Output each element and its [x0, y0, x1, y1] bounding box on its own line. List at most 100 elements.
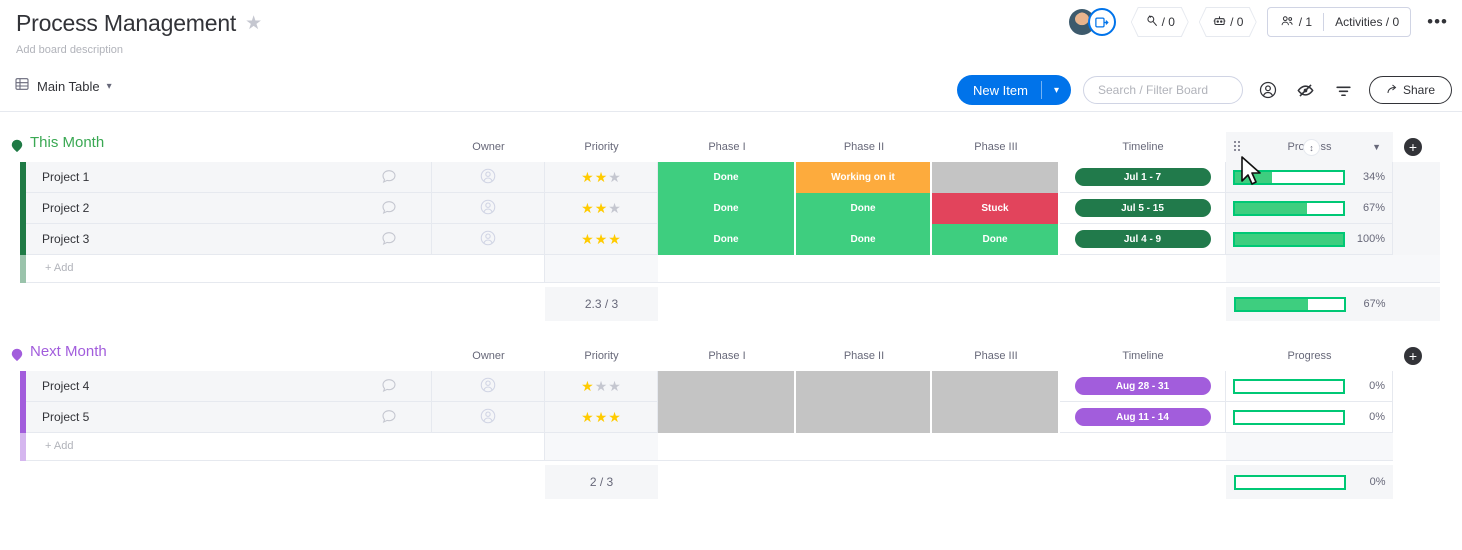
phase1-status-cell[interactable]	[658, 371, 796, 402]
automations-button[interactable]: / 0	[1199, 7, 1257, 37]
sort-updown-icon[interactable]: ↕	[1303, 139, 1320, 156]
star-icon[interactable]: ★	[245, 14, 262, 33]
priority-rating[interactable]: ★★★	[581, 169, 621, 186]
collapse-arrow-icon[interactable]	[10, 138, 24, 152]
phase1-status-cell[interactable]: Done	[658, 224, 796, 255]
column-header-priority[interactable]: Priority	[545, 341, 658, 371]
row-name-cell[interactable]: Project 4	[26, 371, 432, 402]
chevron-down-icon[interactable]: ▾	[1042, 85, 1071, 96]
members-button[interactable]: / 1	[1268, 8, 1323, 36]
phase1-status-cell[interactable]	[658, 402, 796, 433]
progress-summary[interactable]: 67%	[1226, 287, 1393, 321]
phase2-status-cell[interactable]	[796, 402, 932, 433]
row-name-cell[interactable]: Project 2	[26, 193, 432, 224]
add-row[interactable]: + Add	[0, 433, 1462, 461]
table-row[interactable]: Project 2 ★★★ Done Done Stuck Jul 5 - 15…	[0, 193, 1462, 224]
share-button[interactable]: Share	[1369, 76, 1452, 104]
progress-cell[interactable]: 100%	[1226, 224, 1393, 255]
timeline-cell[interactable]: Jul 5 - 15	[1060, 193, 1226, 224]
phase1-status-cell[interactable]: Done	[658, 162, 796, 193]
phase3-status-cell[interactable]: Done	[932, 224, 1060, 255]
column-header-owner[interactable]: Owner	[432, 341, 545, 371]
column-header-timeline[interactable]: Timeline	[1060, 132, 1226, 162]
priority-cell[interactable]: ★★★	[545, 402, 658, 433]
integrations-button[interactable]: / 0	[1131, 7, 1189, 37]
table-row[interactable]: Project 4 ★★★ Aug 28 - 31 0%	[0, 371, 1462, 402]
add-item-label[interactable]: + Add	[45, 440, 73, 452]
phase3-status-cell[interactable]	[932, 402, 1060, 433]
owner-cell[interactable]	[432, 402, 545, 433]
row-name-cell[interactable]: Project 5	[26, 402, 432, 433]
column-header-priority[interactable]: Priority	[545, 132, 658, 162]
owner-cell[interactable]	[432, 193, 545, 224]
table-row[interactable]: Project 3 ★★★ Done Done Done Jul 4 - 9 1…	[0, 224, 1462, 255]
owner-cell[interactable]	[432, 371, 545, 402]
phase3-status-cell[interactable]: Stuck	[932, 193, 1060, 224]
group-title[interactable]: Next Month	[30, 343, 107, 360]
priority-cell[interactable]: ★★★	[545, 224, 658, 255]
owner-cell[interactable]	[432, 224, 545, 255]
add-item-label[interactable]: + Add	[45, 262, 73, 274]
phase3-status-cell[interactable]	[932, 162, 1060, 193]
column-header-phase-i[interactable]: Phase I	[658, 341, 796, 371]
more-options-button[interactable]: •••	[1421, 17, 1454, 27]
column-header-progress[interactable]: Progress	[1226, 341, 1393, 371]
page-title[interactable]: Process Management	[16, 8, 236, 38]
priority-summary[interactable]: 2 / 3	[545, 465, 658, 499]
add-column-button[interactable]: +	[1404, 138, 1422, 156]
board-description[interactable]: Add board description	[16, 44, 123, 56]
priority-rating[interactable]: ★★★	[581, 231, 621, 248]
column-header-phase-ii[interactable]: Phase II	[796, 132, 932, 162]
progress-summary[interactable]: 0%	[1226, 465, 1393, 499]
table-row[interactable]: Project 5 ★★★ Aug 11 - 14 0%	[0, 402, 1462, 433]
person-filter-icon[interactable]	[1255, 77, 1281, 103]
eye-hidden-icon[interactable]	[1293, 77, 1319, 103]
add-row[interactable]: + Add	[0, 255, 1462, 283]
chevron-down-icon[interactable]: ▼	[1372, 142, 1381, 152]
priority-rating[interactable]: ★★★	[581, 409, 621, 426]
priority-rating[interactable]: ★★★	[581, 200, 621, 217]
activities-button[interactable]: Activities / 0	[1324, 8, 1410, 36]
add-column-button[interactable]: +	[1404, 347, 1422, 365]
table-row[interactable]: Project 1 ★★★ Done Working on it Jul 1 -…	[0, 162, 1462, 193]
phase2-status-cell[interactable]: Done	[796, 224, 932, 255]
priority-summary[interactable]: 2.3 / 3	[545, 287, 658, 321]
row-name-cell[interactable]: Project 1	[26, 162, 432, 193]
chevron-down-icon[interactable]: ▾	[107, 81, 112, 92]
avatar-group[interactable]	[1069, 7, 1121, 37]
timeline-cell[interactable]: Aug 28 - 31	[1060, 371, 1226, 402]
priority-cell[interactable]: ★★★	[545, 193, 658, 224]
comment-icon[interactable]	[381, 168, 397, 187]
timeline-cell[interactable]: Jul 1 - 7	[1060, 162, 1226, 193]
comment-icon[interactable]	[381, 377, 397, 396]
priority-cell[interactable]: ★★★	[545, 371, 658, 402]
drag-handle-icon[interactable]	[1234, 141, 1240, 153]
priority-cell[interactable]: ★★★	[545, 162, 658, 193]
owner-cell[interactable]	[432, 162, 545, 193]
row-name-cell[interactable]: Project 3	[26, 224, 432, 255]
phase1-status-cell[interactable]: Done	[658, 193, 796, 224]
column-header-timeline[interactable]: Timeline	[1060, 341, 1226, 371]
timeline-cell[interactable]: Aug 11 - 14	[1060, 402, 1226, 433]
phase3-status-cell[interactable]	[932, 371, 1060, 402]
progress-cell[interactable]: 34%	[1226, 162, 1393, 193]
collapse-arrow-icon[interactable]	[10, 347, 24, 361]
timeline-cell[interactable]: Jul 4 - 9	[1060, 224, 1226, 255]
invite-icon[interactable]	[1088, 8, 1116, 36]
progress-cell[interactable]: 67%	[1226, 193, 1393, 224]
comment-icon[interactable]	[381, 230, 397, 249]
sort-filter-icon[interactable]	[1331, 77, 1357, 103]
column-header-phase-iii[interactable]: Phase III	[932, 341, 1060, 371]
column-header-owner[interactable]: Owner	[432, 132, 545, 162]
priority-rating[interactable]: ★★★	[581, 378, 621, 395]
comment-icon[interactable]	[381, 408, 397, 427]
tab-main-table[interactable]: Main Table ▾	[14, 76, 112, 97]
new-item-button[interactable]: New Item ▾	[957, 75, 1071, 105]
column-header-phase-i[interactable]: Phase I	[658, 132, 796, 162]
column-header-phase-ii[interactable]: Phase II	[796, 341, 932, 371]
column-header-phase-iii[interactable]: Phase III	[932, 132, 1060, 162]
group-title[interactable]: This Month	[30, 134, 104, 151]
phase2-status-cell[interactable]	[796, 371, 932, 402]
phase2-status-cell[interactable]: Working on it	[796, 162, 932, 193]
comment-icon[interactable]	[381, 199, 397, 218]
